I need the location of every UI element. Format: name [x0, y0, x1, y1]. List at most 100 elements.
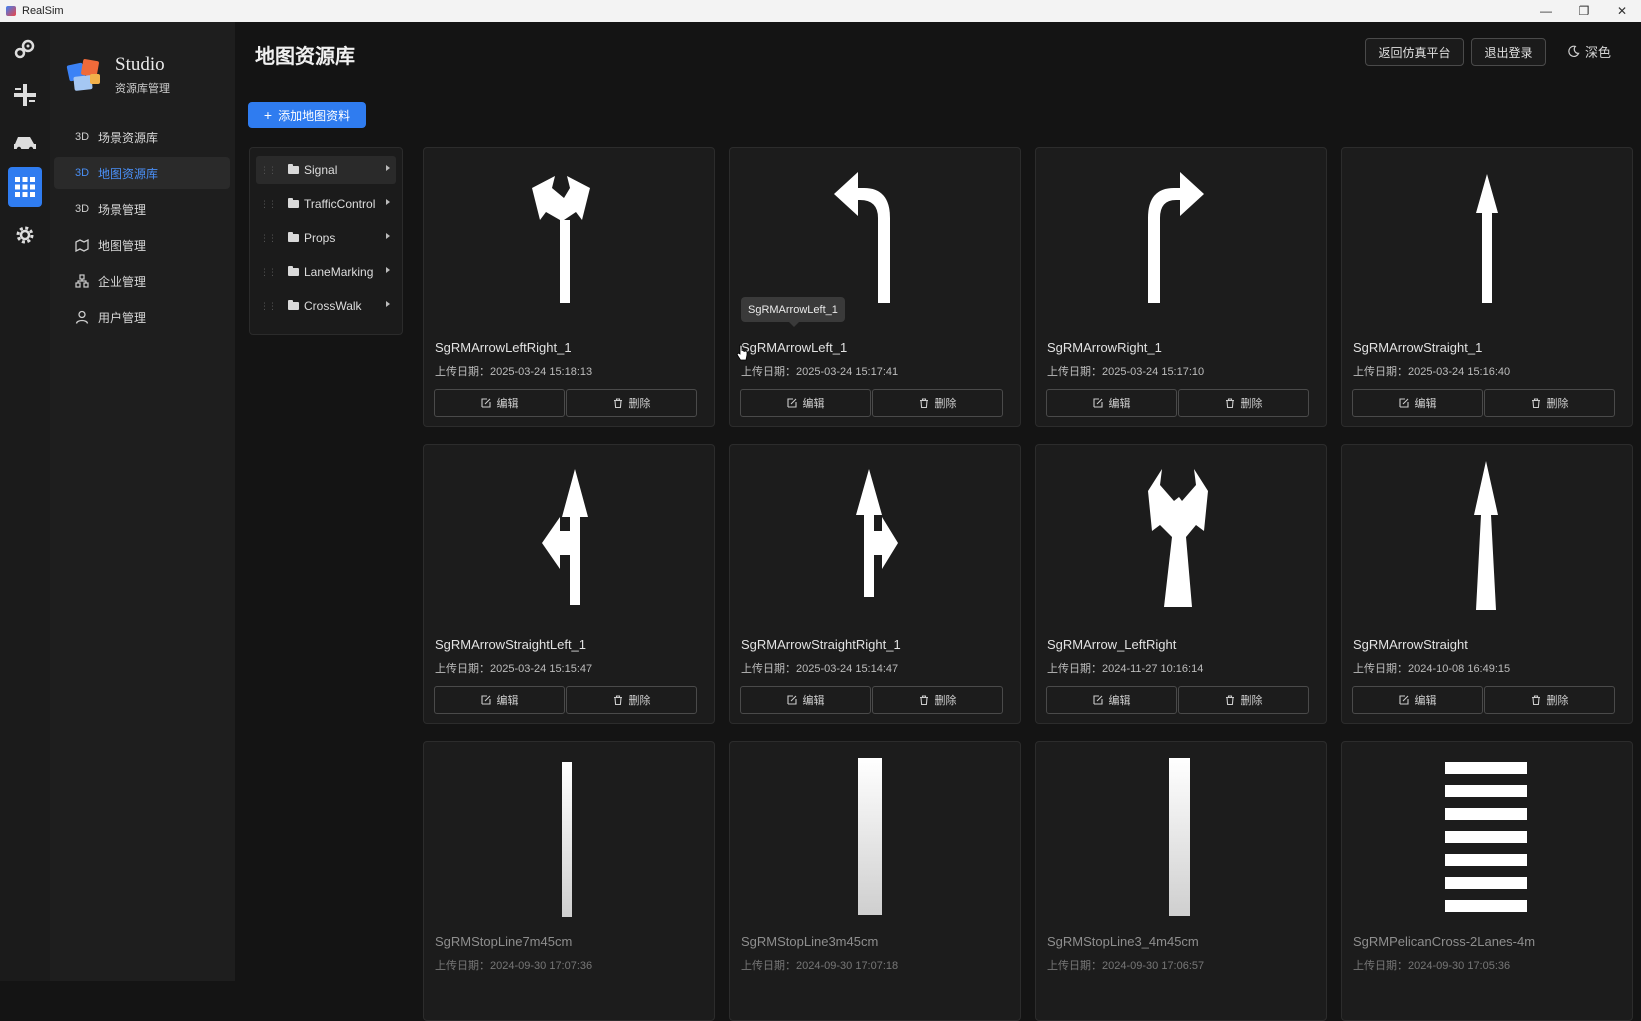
asset-card[interactable]: SgRMPelicanCross-2Lanes-4m 上传日期：2024-09-3…	[1341, 741, 1633, 1021]
asset-card[interactable]: SgRMStopLine7m45cm 上传日期：2024-09-30 17:07:…	[423, 741, 715, 1021]
delete-button[interactable]: 删除	[566, 389, 697, 417]
asset-name: SgRMArrowLeft_1	[741, 340, 848, 355]
add-button-label: 添加地图资料	[278, 108, 351, 123]
studio-logo	[64, 54, 106, 96]
tree-item-signal[interactable]: ⋮⋮ Signal	[256, 156, 396, 184]
delete-button[interactable]: 删除	[566, 686, 697, 714]
delete-button[interactable]: 删除	[1178, 389, 1309, 417]
nav-item-scene-library[interactable]: 3D 场景资源库	[54, 121, 230, 153]
category-tree: ⋮⋮ Signal ⋮⋮ TrafficControl ⋮⋮ Props ⋮⋮ …	[249, 147, 403, 335]
tree-item-trafficcontrol[interactable]: ⋮⋮ TrafficControl	[256, 190, 396, 218]
tree-item-label: Signal	[304, 163, 338, 177]
straight-right-arrow-icon[interactable]	[730, 445, 1020, 630]
tree-item-props[interactable]: ⋮⋮ Props	[256, 224, 396, 252]
straight-arrow-icon[interactable]	[1342, 445, 1632, 630]
right-arrow-icon[interactable]	[1036, 148, 1326, 333]
nav-item-map-management[interactable]: 地图管理	[54, 229, 230, 261]
gear-icon[interactable]	[8, 218, 42, 252]
delete-button-label: 删除	[1546, 695, 1569, 707]
asset-card[interactable]: SgRMArrowStraight_1 上传日期：2025-03-24 15:16…	[1341, 147, 1633, 427]
asset-card[interactable]: SgRMArrowStraightLeft_1 上传日期：2025-03-24 1…	[423, 444, 715, 724]
asset-card[interactable]: SgRMStopLine3m45cm 上传日期：2024-09-30 17:07:…	[729, 741, 1021, 1021]
nav-item-label: 地图资源库	[98, 166, 159, 181]
delete-button[interactable]: 删除	[1484, 686, 1615, 714]
brand-subtitle: 资源库管理	[115, 83, 170, 95]
settings-cogs-icon[interactable]	[8, 32, 42, 66]
vehicle-icon[interactable]	[8, 124, 42, 158]
back-to-platform-button[interactable]: 返回仿真平台	[1365, 38, 1464, 66]
straight-arrow-thin-icon[interactable]	[1342, 148, 1632, 333]
nav-item-user-management[interactable]: 用户管理	[54, 301, 230, 333]
logout-button[interactable]: 退出登录	[1471, 38, 1546, 66]
drag-handle-icon[interactable]: ⋮⋮	[260, 267, 277, 278]
straight-left-arrow-icon[interactable]	[424, 445, 714, 630]
asset-card[interactable]: SgRMArrowLeftRight_1 上传日期：2025-03-24 15:1…	[423, 147, 715, 427]
nav-item-scene-management[interactable]: 3D 场景管理	[54, 193, 230, 225]
edit-button[interactable]: 编辑	[1046, 389, 1177, 417]
caret-right-icon	[386, 165, 390, 171]
edit-button[interactable]: 编辑	[1046, 686, 1177, 714]
delete-button[interactable]: 删除	[872, 686, 1003, 714]
left-right-arrow-tall-icon[interactable]	[1036, 445, 1326, 630]
upload-date: 上传日期：2024-09-30 17:07:18	[741, 957, 898, 973]
drag-handle-icon[interactable]: ⋮⋮	[260, 233, 277, 244]
delete-button[interactable]: 删除	[1484, 389, 1615, 417]
upload-date-label: 上传日期：	[1047, 960, 1102, 972]
add-map-asset-button[interactable]: + 添加地图资料	[248, 102, 366, 128]
asset-name: SgRMStopLine3_4m45cm	[1047, 934, 1199, 949]
delete-button[interactable]: 删除	[872, 389, 1003, 417]
asset-name: SgRMArrowStraightRight_1	[741, 637, 901, 652]
folder-icon	[288, 198, 299, 208]
asset-card[interactable]: SgRMArrowLeft_1 上传日期：2025-03-24 15:17:41 编…	[729, 147, 1021, 427]
restore-button[interactable]: ❐	[1568, 0, 1600, 22]
user-icon	[74, 310, 90, 324]
trash-icon	[613, 398, 622, 408]
page-title: 地图资源库	[255, 46, 355, 68]
edit-button[interactable]: 编辑	[740, 686, 871, 714]
delete-button[interactable]: 删除	[1178, 686, 1309, 714]
edit-icon	[1092, 695, 1103, 705]
edit-button-label: 编辑	[496, 695, 519, 707]
edit-button[interactable]: 编辑	[434, 389, 565, 417]
asset-card[interactable]: SgRMArrow_LeftRight 上传日期：2024-11-27 10:16…	[1035, 444, 1327, 724]
close-button[interactable]: ✕	[1606, 0, 1638, 22]
upload-date-value: 2025-03-24 15:15:47	[490, 663, 593, 675]
upload-date: 上传日期：2024-09-30 17:07:36	[435, 957, 592, 973]
theme-toggle[interactable]: 深色	[1567, 42, 1611, 61]
tree-item-label: TrafficControl	[304, 197, 376, 211]
asset-card[interactable]: SgRMStopLine3_4m45cm 上传日期：2024-09-30 17:0…	[1035, 741, 1327, 1021]
drag-handle-icon[interactable]: ⋮⋮	[260, 199, 277, 210]
stop-line-wide-icon[interactable]	[730, 742, 1020, 927]
tree-item-label: CrossWalk	[304, 299, 362, 313]
drag-handle-icon[interactable]: ⋮⋮	[260, 165, 277, 176]
nav-item-enterprise-management[interactable]: 企业管理	[54, 265, 230, 297]
delete-button-label: 删除	[628, 398, 651, 410]
asset-name: SgRMArrowStraightLeft_1	[435, 637, 587, 652]
upload-date-value: 2025-03-24 15:16:40	[1408, 366, 1511, 378]
edit-icon	[1092, 398, 1103, 408]
tree-item-crosswalk[interactable]: ⋮⋮ CrossWalk	[256, 292, 396, 320]
stop-line-medium-icon[interactable]	[1036, 742, 1326, 927]
grid-apps-icon[interactable]	[8, 167, 42, 207]
crosswalk-stripes-icon[interactable]	[1342, 742, 1632, 927]
nav-item-map-library[interactable]: 3D 地图资源库	[54, 157, 230, 189]
edit-button[interactable]: 编辑	[1352, 389, 1483, 417]
left-right-arrow-icon[interactable]	[424, 148, 714, 333]
junction-icon[interactable]	[8, 78, 42, 112]
upload-date: 上传日期：2024-09-30 17:05:36	[1353, 957, 1510, 973]
map-icon	[74, 238, 90, 252]
upload-date-label: 上传日期：	[1047, 663, 1102, 675]
stop-line-thin-icon[interactable]	[424, 742, 714, 927]
edit-icon	[786, 695, 797, 705]
upload-date-value: 2025-03-24 15:18:13	[490, 366, 593, 378]
drag-handle-icon[interactable]: ⋮⋮	[260, 301, 277, 312]
tree-item-lanemarking[interactable]: ⋮⋮ LaneMarking	[256, 258, 396, 286]
asset-card[interactable]: SgRMArrowRight_1 上传日期：2025-03-24 15:17:10…	[1035, 147, 1327, 427]
minimize-button[interactable]: —	[1530, 0, 1562, 22]
asset-card[interactable]: SgRMArrowStraight 上传日期：2024-10-08 16:49:1…	[1341, 444, 1633, 724]
asset-card[interactable]: SgRMArrowStraightRight_1 上传日期：2025-03-24 …	[729, 444, 1021, 724]
edit-button[interactable]: 编辑	[1352, 686, 1483, 714]
upload-date-label: 上传日期：	[741, 960, 796, 972]
edit-button[interactable]: 编辑	[434, 686, 565, 714]
edit-button[interactable]: 编辑	[740, 389, 871, 417]
